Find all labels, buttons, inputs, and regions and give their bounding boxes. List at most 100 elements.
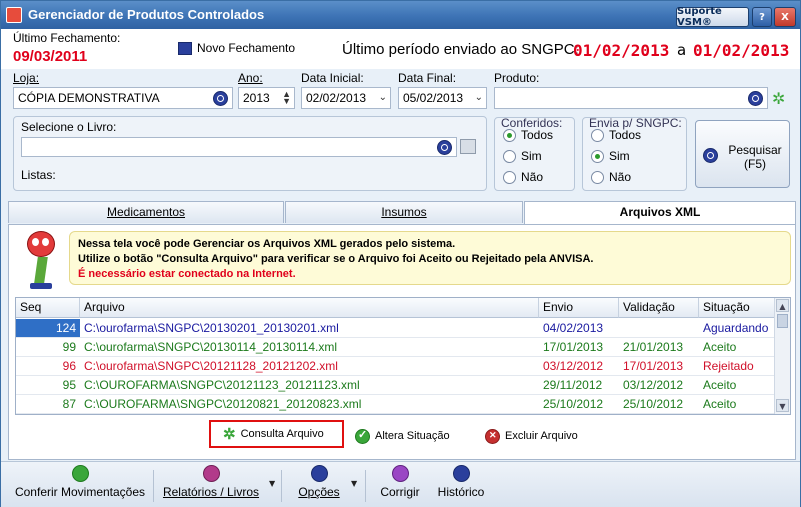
pesquisar-shortcut: (F5) bbox=[744, 157, 766, 171]
title-bar: Gerenciador de Produtos Controlados Supo… bbox=[1, 1, 800, 29]
help-button[interactable]: ? bbox=[752, 7, 772, 27]
mascot-icon bbox=[23, 231, 59, 289]
consulta-arquivo-button[interactable]: ✲ Consulta Arquivo bbox=[209, 420, 344, 448]
col-validacao[interactable]: Validação bbox=[619, 298, 699, 318]
livro-field[interactable] bbox=[21, 137, 457, 157]
bottom-toolbar: Conferir Movimentações Relatórios / Livr… bbox=[1, 461, 800, 507]
radio-label: Todos bbox=[521, 128, 554, 142]
period-start: 01/02/2013 bbox=[573, 41, 670, 60]
envia-group: Envia p/ SNGPC: Todos Sim Não bbox=[582, 116, 687, 191]
support-button[interactable]: Suporte VSM® bbox=[676, 6, 749, 28]
table-row[interactable]: 99 C:\ourofarma\SNGPC\20130114_20130114.x… bbox=[16, 338, 776, 357]
check-icon bbox=[355, 428, 370, 444]
cell-validacao: 17/01/2013 bbox=[623, 359, 684, 373]
relatorios-label: Relatórios / Livros bbox=[162, 485, 260, 499]
table-row[interactable]: 87 C:\OUROFARMA\SNGPC\20120821_20120823.x… bbox=[16, 395, 776, 414]
col-envio[interactable]: Envio bbox=[539, 298, 619, 318]
tab-bar: Medicamentos Insumos Arquivos XML bbox=[8, 201, 796, 225]
envia-todos-radio[interactable]: Todos bbox=[591, 128, 641, 142]
envia-sim-radio[interactable]: Sim bbox=[591, 149, 630, 163]
table-row[interactable]: 124 C:\ourofarma\SNGPC\20130201_20130201.… bbox=[16, 319, 776, 338]
table-row[interactable]: 95 C:\OUROFARMA\SNGPC\20121123_20121123.x… bbox=[16, 376, 776, 395]
excluir-arquivo-button[interactable]: Excluir Arquivo bbox=[485, 422, 578, 450]
cell-envio: 29/11/2012 bbox=[543, 378, 603, 392]
historico-button[interactable]: Histórico bbox=[433, 462, 489, 507]
delete-icon bbox=[485, 428, 500, 444]
new-closing-label: Novo Fechamento bbox=[197, 41, 296, 55]
conferir-button[interactable]: Conferir Movimentações bbox=[9, 462, 151, 507]
scroll-up-icon[interactable]: ▲ bbox=[776, 299, 789, 312]
search-icon[interactable] bbox=[213, 91, 228, 106]
main-window: Gerenciador de Produtos Controlados Supo… bbox=[0, 0, 801, 507]
conferidos-nao-radio[interactable]: Não bbox=[503, 170, 543, 184]
cell-seq: 96 bbox=[62, 359, 76, 373]
info-line-3: É necessário estar conectado na Internet… bbox=[78, 268, 296, 280]
image-icon[interactable] bbox=[460, 139, 476, 154]
ano-spinner[interactable]: 2013 ▲ ▼ bbox=[238, 87, 295, 109]
search-icon[interactable] bbox=[437, 140, 452, 155]
crosshair-icon[interactable]: ✲ bbox=[772, 89, 785, 108]
search-icon bbox=[703, 148, 718, 163]
cell-situacao: Rejeitado bbox=[703, 359, 754, 373]
tools-icon bbox=[310, 465, 328, 482]
cell-arquivo: C:\ourofarma\SNGPC\20130114_20130114.xml bbox=[84, 340, 338, 354]
ano-label: Ano: bbox=[238, 71, 263, 85]
data-inicial-field[interactable]: 02/02/2013 ⌄ bbox=[301, 87, 391, 109]
chevron-down-icon[interactable]: ▼ bbox=[269, 479, 275, 488]
consulta-arquivo-label: Consulta Arquivo bbox=[240, 428, 324, 440]
last-closing-date: 09/03/2011 bbox=[13, 48, 88, 65]
last-period-label: Último período enviado ao SNGPC: bbox=[342, 41, 579, 58]
scroll-thumb[interactable] bbox=[777, 314, 788, 328]
header-panel: Último Fechamento: 09/03/2011 Novo Fecha… bbox=[1, 29, 800, 69]
grid-scrollbar[interactable]: ▲ ▼ bbox=[774, 298, 790, 414]
col-arquivo[interactable]: Arquivo bbox=[80, 298, 539, 318]
cell-situacao: Aceito bbox=[703, 397, 737, 411]
info-line-2: Utilize o botão "Consulta Arquivo" para … bbox=[78, 253, 594, 265]
pesquisar-button[interactable]: Pesquisar (F5) bbox=[695, 120, 790, 188]
separator bbox=[153, 470, 154, 502]
close-button[interactable]: X bbox=[774, 7, 796, 27]
corrigir-button[interactable]: Corrigir bbox=[373, 462, 427, 507]
conferidos-sim-radio[interactable]: Sim bbox=[503, 149, 542, 163]
livro-label: Selecione o Livro: bbox=[21, 120, 117, 134]
scroll-down-icon[interactable]: ▼ bbox=[776, 399, 789, 412]
radio-dot bbox=[591, 170, 604, 184]
cell-envio: 03/12/2012 bbox=[543, 359, 604, 373]
conferir-label: Conferir Movimentações bbox=[14, 485, 146, 499]
conferidos-todos-radio[interactable]: Todos bbox=[503, 128, 553, 142]
cell-validacao: 03/12/2012 bbox=[623, 378, 684, 392]
cell-arquivo: C:\OUROFARMA\SNGPC\20121123_20121123.xml bbox=[84, 378, 360, 392]
spinner-icon[interactable]: ▲ ▼ bbox=[282, 90, 291, 106]
data-final-field[interactable]: 05/02/2013 ⌄ bbox=[398, 87, 487, 109]
chevron-down-icon[interactable]: ⌄ bbox=[379, 92, 387, 103]
corrigir-label: Corrigir bbox=[380, 485, 420, 499]
col-seq[interactable]: Seq bbox=[16, 298, 80, 318]
tab-arquivos-xml[interactable]: Arquivos XML bbox=[524, 201, 796, 225]
cell-arquivo: C:\ourofarma\SNGPC\20121128_20121202.xml bbox=[84, 359, 338, 373]
radio-label: Sim bbox=[609, 149, 630, 163]
livro-group: Selecione o Livro: Listas: bbox=[13, 116, 487, 191]
cell-situacao: Aguardando bbox=[703, 321, 769, 335]
separator bbox=[281, 470, 282, 502]
opcoes-button[interactable]: Opções bbox=[289, 462, 349, 507]
data-inicial-label: Data Inicial: bbox=[301, 71, 364, 85]
loja-field[interactable]: CÓPIA DEMONSTRATIVA bbox=[13, 87, 233, 109]
chevron-down-icon[interactable]: ⌄ bbox=[475, 92, 483, 103]
col-situacao[interactable]: Situação bbox=[699, 298, 776, 318]
tab-insumos[interactable]: Insumos bbox=[285, 201, 523, 223]
envia-nao-radio[interactable]: Não bbox=[591, 170, 631, 184]
tab-medicamentos[interactable]: Medicamentos bbox=[8, 201, 284, 223]
relatorios-button[interactable]: Relatórios / Livros bbox=[159, 462, 263, 507]
search-icon[interactable] bbox=[748, 91, 763, 106]
produto-field[interactable] bbox=[494, 87, 768, 109]
opcoes-label: Opções bbox=[298, 485, 340, 499]
radio-label: Não bbox=[609, 170, 632, 184]
chevron-down-icon[interactable]: ▼ bbox=[351, 479, 357, 488]
last-closing-label: Último Fechamento: bbox=[13, 31, 121, 45]
altera-situacao-button[interactable]: Altera Situação bbox=[355, 422, 450, 450]
table-row[interactable]: 96 C:\ourofarma\SNGPC\20121128_20121202.x… bbox=[16, 357, 776, 376]
cell-validacao: 21/01/2013 bbox=[623, 340, 684, 354]
cell-seq: 87 bbox=[62, 397, 76, 411]
new-closing-button[interactable]: Novo Fechamento bbox=[178, 41, 295, 55]
cell-arquivo: C:\ourofarma\SNGPC\20130201_20130201.xml bbox=[84, 321, 339, 335]
